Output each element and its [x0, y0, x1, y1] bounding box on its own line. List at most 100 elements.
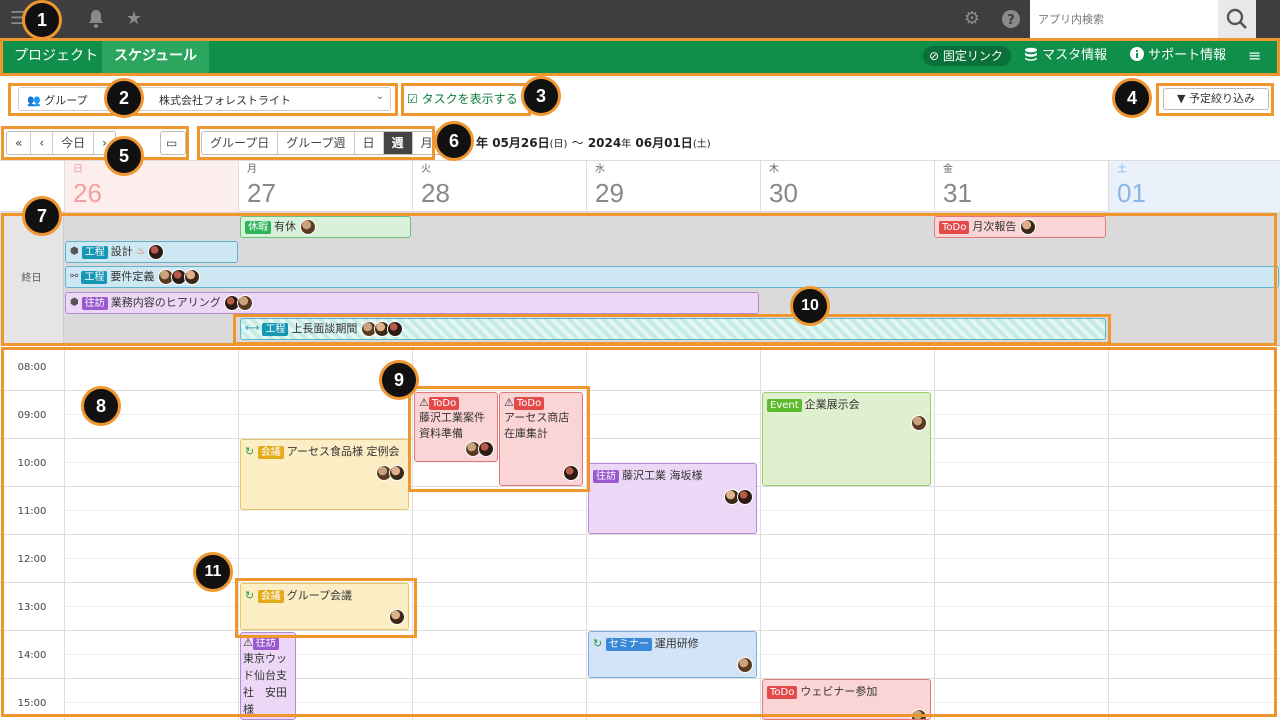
- fixed-link-button[interactable]: ⊘ 固定リンク: [923, 46, 1011, 66]
- main-nav: プロジェクト スケジュール ⊘ 固定リンク マスタ情報 サポート情報 ≡: [0, 38, 1280, 76]
- range-end-weekday: (土): [692, 139, 711, 150]
- event-hearing[interactable]: ⬢ 往訪 業務内容のヒアリング: [65, 292, 759, 314]
- bell-icon[interactable]: [86, 9, 106, 29]
- gear-icon[interactable]: ⚙: [962, 9, 982, 29]
- day-number: 30: [769, 178, 798, 208]
- checkbox-icon: ☑: [407, 92, 418, 106]
- prev-button[interactable]: ‹: [31, 132, 54, 154]
- event-badge: 往訪: [593, 469, 619, 483]
- avatar: [386, 321, 403, 337]
- event-badge: 会議: [257, 445, 284, 459]
- group-meeting-event[interactable]: ↻ 会議 グループ会議: [240, 583, 409, 630]
- day-header-sat[interactable]: 土 01: [1108, 161, 1280, 213]
- today-button[interactable]: 今日: [53, 132, 95, 154]
- avatar: [911, 709, 927, 719]
- info-icon: [1130, 47, 1148, 63]
- tab-project[interactable]: プロジェクト: [2, 38, 110, 74]
- event-title: 業務内容のヒアリング: [110, 296, 221, 309]
- avatar: [148, 244, 165, 260]
- day-number: 26: [73, 178, 102, 208]
- day-column-line: [934, 346, 935, 720]
- fixed-link-label: 固定リンク: [942, 49, 1003, 63]
- view-day[interactable]: 日: [355, 132, 384, 154]
- prev-prev-button[interactable]: «: [7, 132, 32, 154]
- day-header-mon[interactable]: 月 27: [238, 161, 412, 213]
- view-group-day[interactable]: グループ日: [202, 132, 279, 154]
- help-icon[interactable]: ?: [1001, 9, 1021, 29]
- event-title: 藤沢工業 海坂様: [622, 469, 703, 482]
- time-label: 14:00: [17, 650, 47, 661]
- navigation-buttons: « ‹ 今日 ›: [6, 131, 116, 155]
- link-icon: ⊘: [929, 49, 943, 63]
- avatar: [237, 295, 254, 311]
- recurring-icon: ↻: [593, 637, 603, 650]
- event-badge: ToDo: [939, 220, 970, 234]
- day-header-thu[interactable]: 木 30: [760, 161, 934, 213]
- todo-event[interactable]: ToDo ウェビナー参加: [762, 679, 931, 720]
- search-input[interactable]: [1030, 0, 1218, 38]
- event-manager-interview[interactable]: ⟷ 工程 上長面談期間: [240, 318, 1106, 340]
- show-tasks-checkbox[interactable]: ☑ タスクを表示する: [407, 88, 518, 110]
- exhibition-event[interactable]: Event 企業展示会: [762, 392, 931, 486]
- group-company-select[interactable]: 👥 グループ 株式会社フォレストライト ⌄: [18, 87, 391, 111]
- day-header-fri[interactable]: 金 31: [934, 161, 1108, 213]
- warning-icon: ⚠: [243, 636, 253, 649]
- seminar-event[interactable]: ↻ セミナー 運用研修: [588, 631, 757, 678]
- day-header-tue[interactable]: 火 28: [412, 161, 586, 213]
- avatar: [737, 489, 753, 505]
- event-badge: 往訪: [252, 636, 279, 650]
- time-label: 15:00: [17, 698, 47, 709]
- event-title: 藤沢工業案件資料準備: [419, 410, 485, 440]
- avatar: [299, 219, 316, 235]
- calendar-picker-button[interactable]: ▭: [160, 131, 186, 155]
- hour-line: [0, 438, 1280, 439]
- recurring-icon: ↻: [245, 589, 255, 602]
- event-badge: 往訪: [81, 296, 108, 310]
- nodes-icon: ⚯: [70, 271, 79, 282]
- tab-schedule[interactable]: スケジュール: [102, 38, 210, 74]
- group-select[interactable]: 👥 グループ: [27, 92, 88, 108]
- hour-line: [0, 390, 1280, 391]
- event-monthly-report[interactable]: ToDo 月次報告: [934, 216, 1106, 238]
- event-requirements[interactable]: ⚯ 工程 要件定義: [65, 266, 1279, 288]
- day-column-line: [760, 346, 761, 720]
- visit-event[interactable]: 往訪 藤沢工業 海坂様: [588, 463, 757, 534]
- day-number: 27: [247, 178, 276, 208]
- day-header-sun[interactable]: 日 26: [64, 161, 238, 213]
- visit-event[interactable]: ⚠ 往訪 東京ウッド仙台支社 安田様: [240, 632, 296, 720]
- weekday: 日: [73, 164, 83, 175]
- event-vacation[interactable]: 休暇 有休: [240, 216, 411, 238]
- day-column-line: [1108, 346, 1109, 720]
- avatar: [478, 441, 494, 457]
- hour-line: [0, 582, 1280, 583]
- meeting-event[interactable]: ↻ 会議 アーセス食品様 定例会: [240, 439, 409, 510]
- avatar: [1019, 219, 1036, 235]
- day-header-wed[interactable]: 水 29: [586, 161, 760, 213]
- marker-8: 8: [81, 386, 121, 426]
- todo-event[interactable]: ⚠ ToDo アーセス商店在庫集計: [499, 392, 583, 486]
- event-design[interactable]: ⬢ 工程 設計 ♨: [65, 241, 238, 263]
- search-icon: [1226, 8, 1247, 29]
- chevron-down-icon: ⌄: [375, 91, 384, 102]
- day-number: 31: [943, 178, 972, 208]
- show-tasks-label: タスクを表示する: [421, 92, 518, 106]
- marker-3: 3: [521, 76, 561, 116]
- search-button[interactable]: [1218, 0, 1256, 38]
- company-select-value[interactable]: 株式会社フォレストライト: [159, 92, 291, 108]
- support-info-link[interactable]: サポート情報: [1130, 38, 1226, 74]
- event-avatars: [911, 709, 927, 719]
- time-label: 13:00: [17, 602, 47, 613]
- event-badge: ToDo: [513, 396, 545, 410]
- range-start: 05月26日: [492, 136, 550, 150]
- event-avatars: [389, 609, 405, 625]
- marker-9: 9: [379, 360, 419, 400]
- view-group-week[interactable]: グループ週: [278, 132, 355, 154]
- todo-event[interactable]: ⚠ ToDo 藤沢工業案件資料準備: [414, 392, 498, 462]
- star-icon[interactable]: ★: [124, 9, 144, 29]
- hamburger-icon[interactable]: ≡: [1248, 38, 1261, 74]
- schedule-filter-button[interactable]: ▼ 予定絞り込み: [1163, 88, 1269, 110]
- weekday: 金: [943, 164, 953, 175]
- view-week[interactable]: 週: [383, 132, 413, 154]
- event-avatars: [563, 465, 579, 481]
- master-info-link[interactable]: マスタ情報: [1024, 38, 1107, 74]
